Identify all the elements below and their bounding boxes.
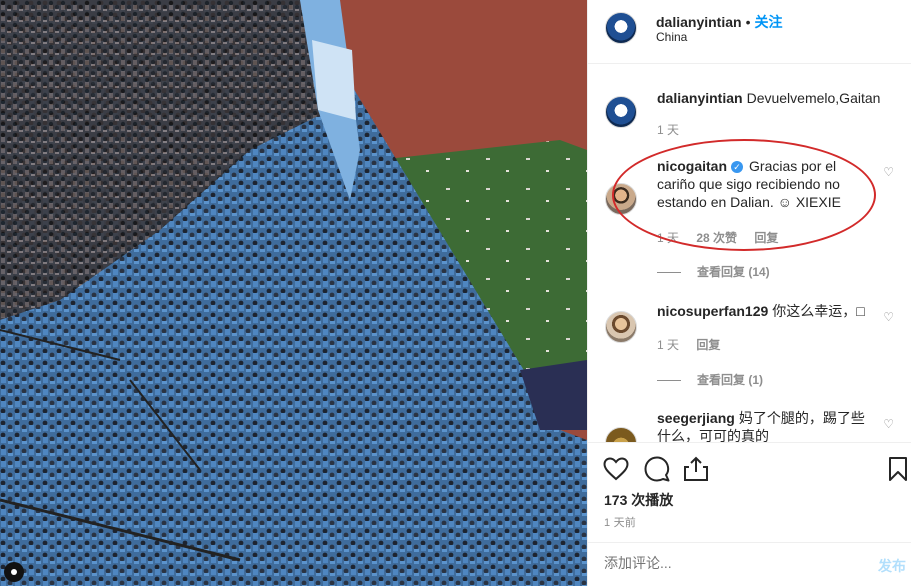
post-time[interactable]: 1 天前 [604, 514, 636, 530]
post-header: dalianyintian • 关注 China [588, 0, 911, 64]
comment-username[interactable]: seegerjiang [657, 410, 735, 426]
avatar[interactable] [605, 183, 637, 215]
view-replies-button[interactable]: 查看回复 (1) [657, 371, 763, 388]
comments-list[interactable]: dalianyintian Devuelvemelo,Gaitan 1 天 nic… [588, 64, 911, 442]
comment-username[interactable]: nicogaitan [657, 158, 727, 174]
avatar[interactable] [605, 427, 637, 442]
stadium-crowd-image [0, 0, 587, 586]
reply-button[interactable]: 回复 [696, 338, 720, 352]
like-comment-heart-icon[interactable]: ♡ [883, 417, 894, 431]
comment-username[interactable]: nicosuperfan129 [657, 303, 768, 319]
comment-text: 你这么幸运，□ [772, 303, 865, 319]
divider-line [657, 272, 681, 274]
verified-icon: ✓ [731, 161, 744, 173]
view-count[interactable]: 173 次播放 [604, 490, 673, 510]
avatar[interactable] [605, 12, 637, 44]
post-video[interactable] [0, 0, 587, 586]
reply-button[interactable]: 回复 [754, 231, 778, 245]
comment-text: Devuelvemelo,Gaitan [746, 90, 881, 106]
share-icon[interactable] [682, 455, 710, 483]
like-comment-heart-icon[interactable]: ♡ [883, 310, 894, 324]
view-replies-button[interactable]: 查看回复 (14) [657, 263, 770, 280]
comment-username[interactable]: dalianyintian [657, 90, 743, 106]
bookmark-icon[interactable] [884, 455, 911, 483]
like-comment-heart-icon[interactable]: ♡ [883, 165, 894, 179]
location-link[interactable]: China [656, 30, 687, 44]
post-button[interactable]: 发布 [878, 556, 906, 576]
comment-time[interactable]: 1 天 [657, 338, 679, 352]
add-comment-bar: 发布 [588, 542, 911, 586]
divider-line [657, 380, 681, 382]
view-replies-label: 查看回复 (14) [697, 265, 770, 279]
comment-likes[interactable]: 28 次赞 [696, 231, 737, 245]
comment-time[interactable]: 1 天 [657, 123, 679, 137]
avatar[interactable] [605, 96, 637, 128]
action-bar: 173 次播放 1 天前 [588, 442, 911, 542]
avatar[interactable] [605, 311, 637, 343]
heart-icon[interactable] [602, 455, 630, 483]
comment-icon[interactable] [643, 455, 671, 483]
follow-button[interactable]: 关注 [754, 14, 782, 30]
comment-input[interactable] [604, 555, 844, 571]
post-panel: dalianyintian • 关注 China dalianyintian Devu… [587, 0, 911, 586]
sound-icon[interactable] [4, 562, 24, 582]
header-username[interactable]: dalianyintian [656, 14, 742, 30]
view-replies-label: 查看回复 (1) [697, 373, 764, 387]
comment-time[interactable]: 1 天 [657, 231, 679, 245]
separator-dot: • [745, 14, 751, 30]
